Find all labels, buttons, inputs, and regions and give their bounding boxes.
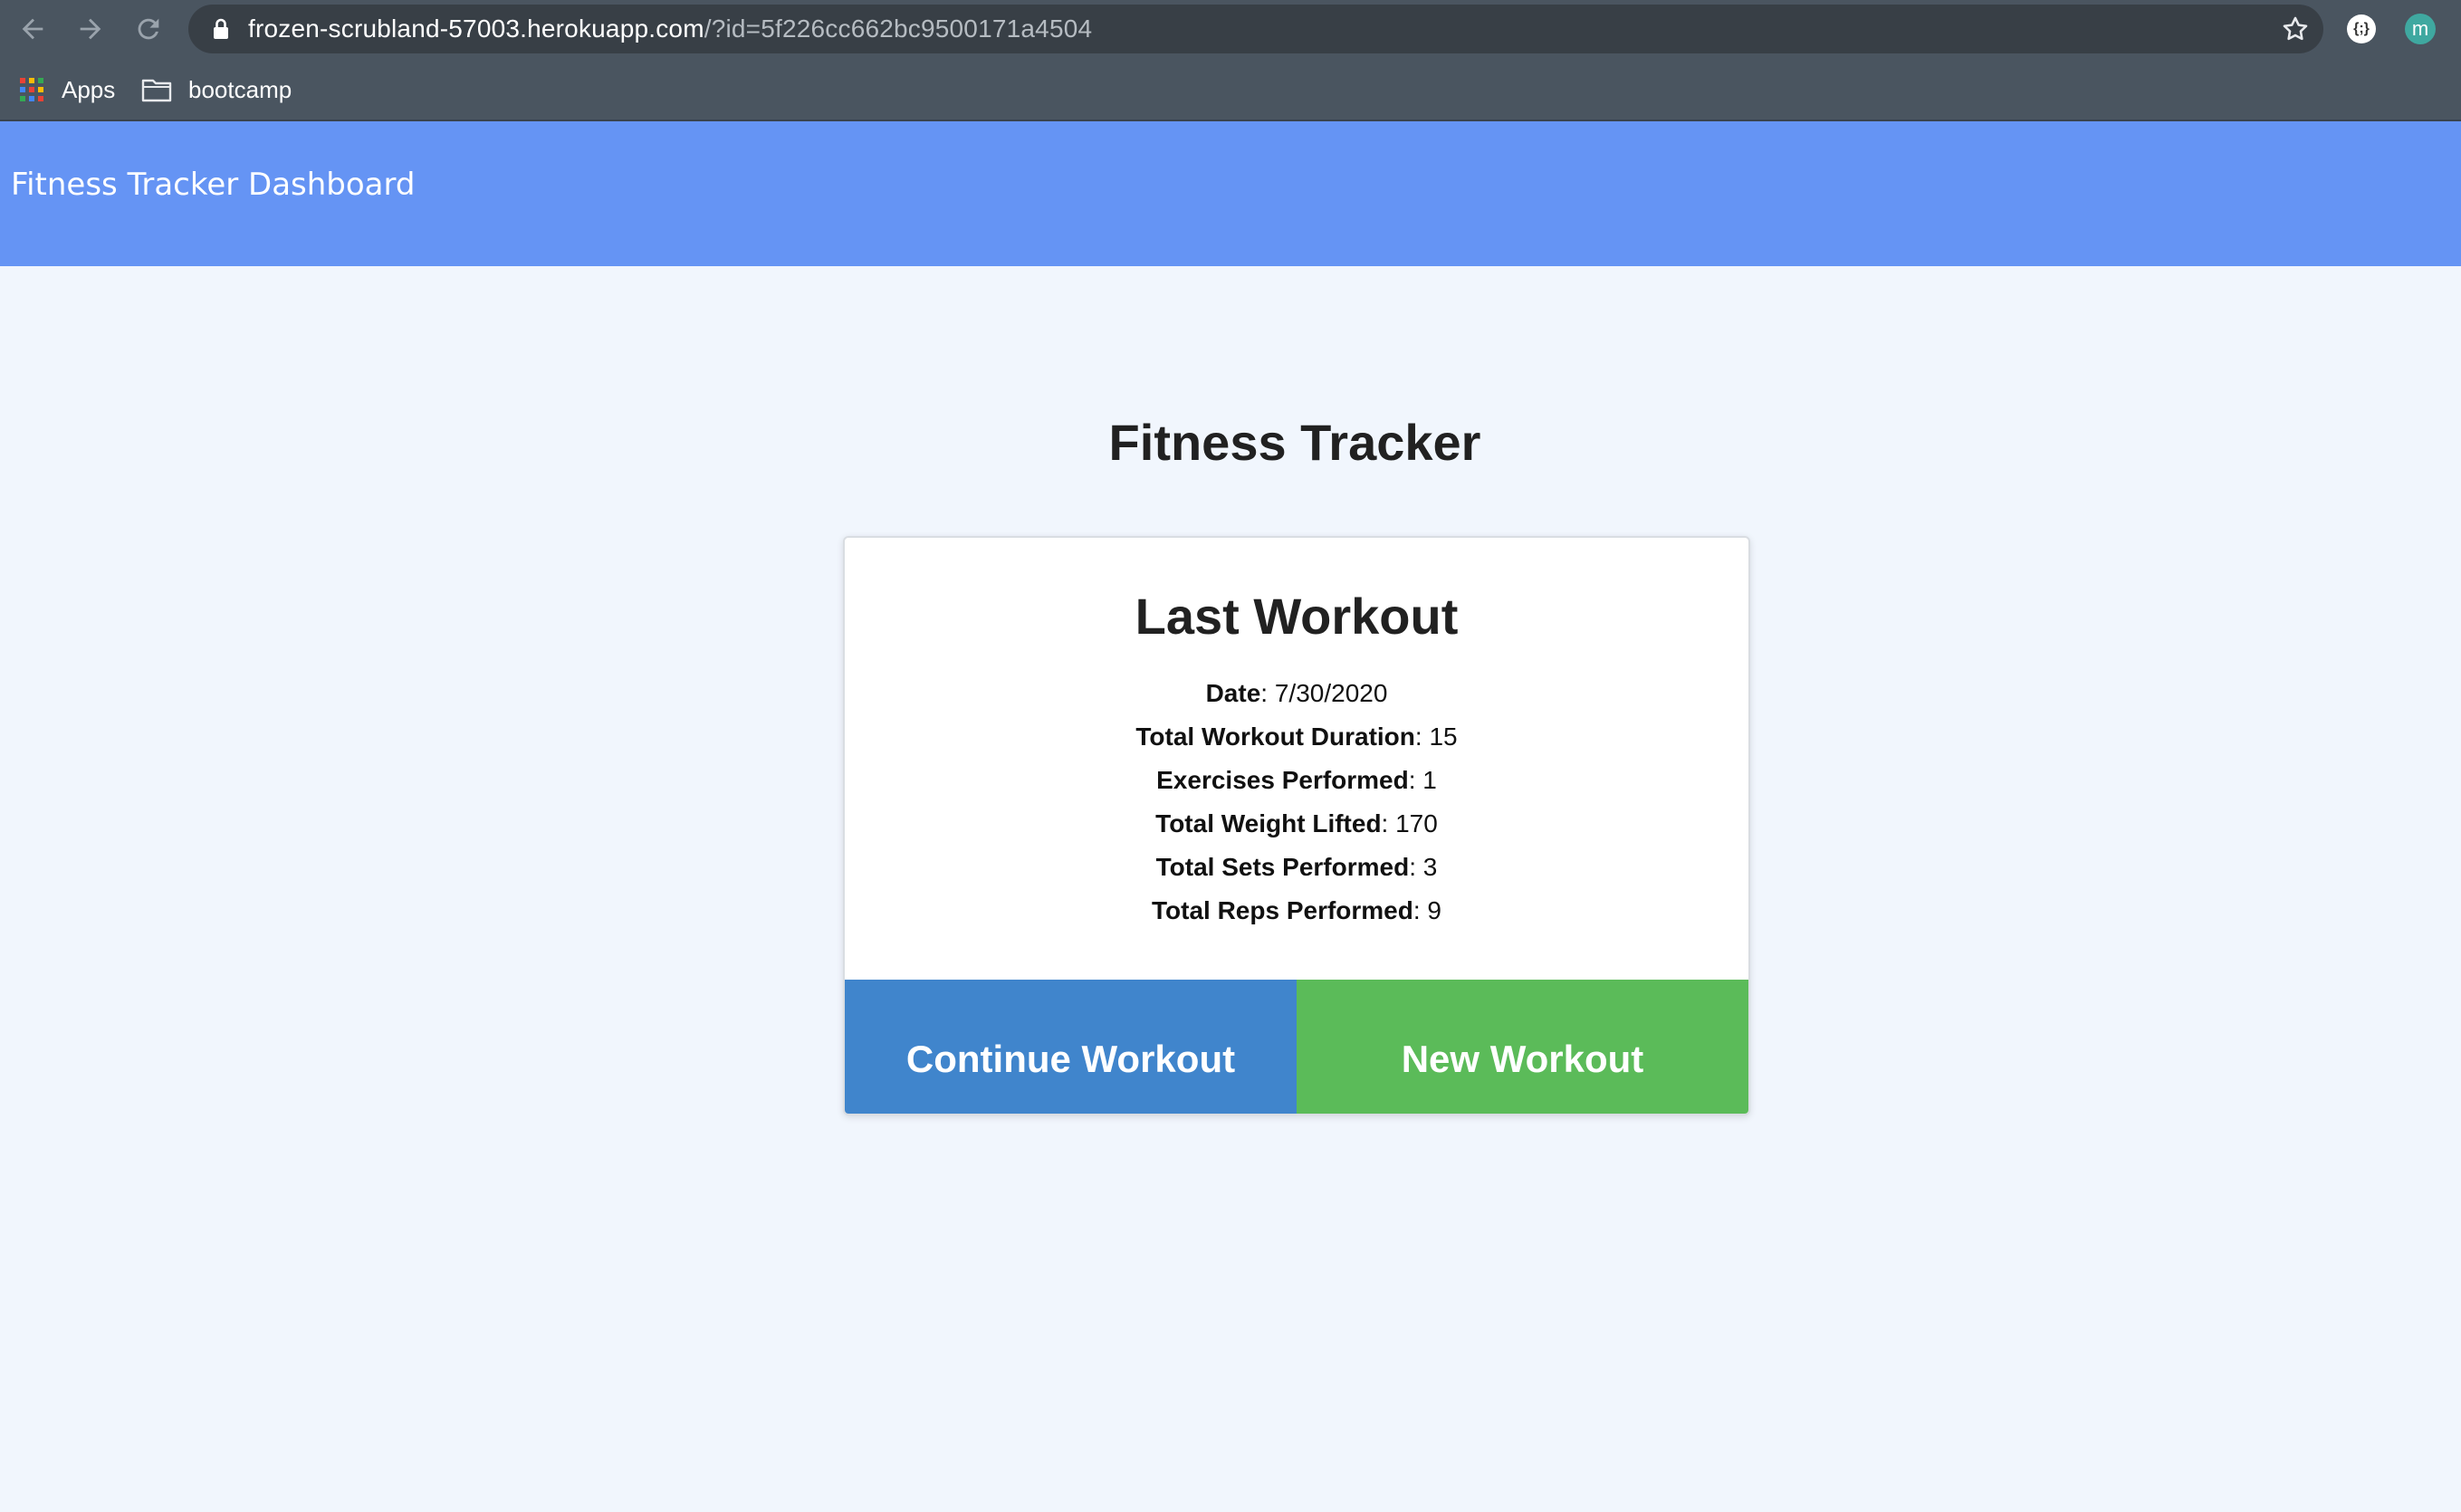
stat-label: Total Weight Lifted: [1155, 809, 1382, 837]
address-bar[interactable]: frozen-scrubland-57003.herokuapp.com/?id…: [188, 5, 2323, 53]
stat-value: : 1: [1408, 766, 1437, 794]
back-button[interactable]: [14, 11, 51, 47]
stat-label: Total Workout Duration: [1135, 723, 1415, 751]
stat-sets: Total Sets Performed: 3: [845, 846, 1748, 889]
arrow-right-icon: [80, 18, 101, 40]
stat-duration: Total Workout Duration: 15: [845, 715, 1748, 759]
bookmark-apps[interactable]: Apps: [20, 58, 115, 121]
stat-reps: Total Reps Performed: 9: [845, 889, 1748, 933]
reload-button[interactable]: [130, 11, 167, 47]
card-actions: Continue Workout New Workout: [845, 980, 1748, 1114]
bookmark-star-icon[interactable]: [2280, 14, 2311, 44]
card-title: Last Workout: [1135, 588, 1459, 645]
bookmark-bootcamp[interactable]: bootcamp: [141, 58, 292, 121]
stat-weight: Total Weight Lifted: 170: [845, 802, 1748, 846]
last-workout-card: Last Workout Date: 7/30/2020 Total Worko…: [843, 536, 1750, 1115]
browser-toolbar: frozen-scrubland-57003.herokuapp.com/?id…: [0, 0, 2461, 58]
brand-link[interactable]: Fitness Tracker Dashboard: [11, 167, 415, 203]
forward-button[interactable]: [72, 11, 109, 47]
page-title: Fitness Tracker: [1108, 414, 1481, 471]
folder-icon: [141, 79, 172, 102]
stat-date: Date: 7/30/2020: [845, 672, 1748, 715]
stat-value: : 9: [1412, 896, 1441, 924]
url-path: /?id=5f226cc662bc9500171a4504: [704, 14, 1093, 43]
stat-label: Total Reps Performed: [1151, 896, 1413, 924]
continue-workout-button[interactable]: Continue Workout: [845, 980, 1297, 1114]
profile-avatar[interactable]: m: [2405, 14, 2436, 44]
url-host: frozen-scrubland-57003.herokuapp.com: [248, 14, 704, 43]
stat-value: : 3: [1409, 853, 1438, 881]
bookmark-label: Apps: [62, 75, 116, 103]
workout-stats: Date: 7/30/2020 Total Workout Duration: …: [845, 672, 1748, 933]
stat-label: Total Sets Performed: [1155, 853, 1410, 881]
lock-icon: [214, 18, 228, 39]
extension-icon[interactable]: {;}: [2347, 14, 2376, 43]
apps-grid-icon: [20, 78, 43, 101]
stat-label: Exercises Performed: [1156, 766, 1409, 794]
url-text[interactable]: frozen-scrubland-57003.herokuapp.com/?id…: [248, 5, 1092, 53]
stat-label: Date: [1205, 679, 1261, 707]
new-workout-button[interactable]: New Workout: [1297, 980, 1748, 1114]
stat-value: : 170: [1381, 809, 1438, 837]
stat-value: : 7/30/2020: [1260, 679, 1388, 707]
reload-icon: [138, 18, 159, 40]
app-header: Fitness Tracker Dashboard: [0, 121, 2461, 266]
stat-exercises: Exercises Performed: 1: [845, 759, 1748, 802]
stat-value: : 15: [1414, 723, 1458, 751]
bookmarks-bar: Apps bootcamp: [0, 58, 2461, 121]
arrow-left-icon: [22, 18, 43, 40]
bookmark-label: bootcamp: [188, 75, 292, 103]
